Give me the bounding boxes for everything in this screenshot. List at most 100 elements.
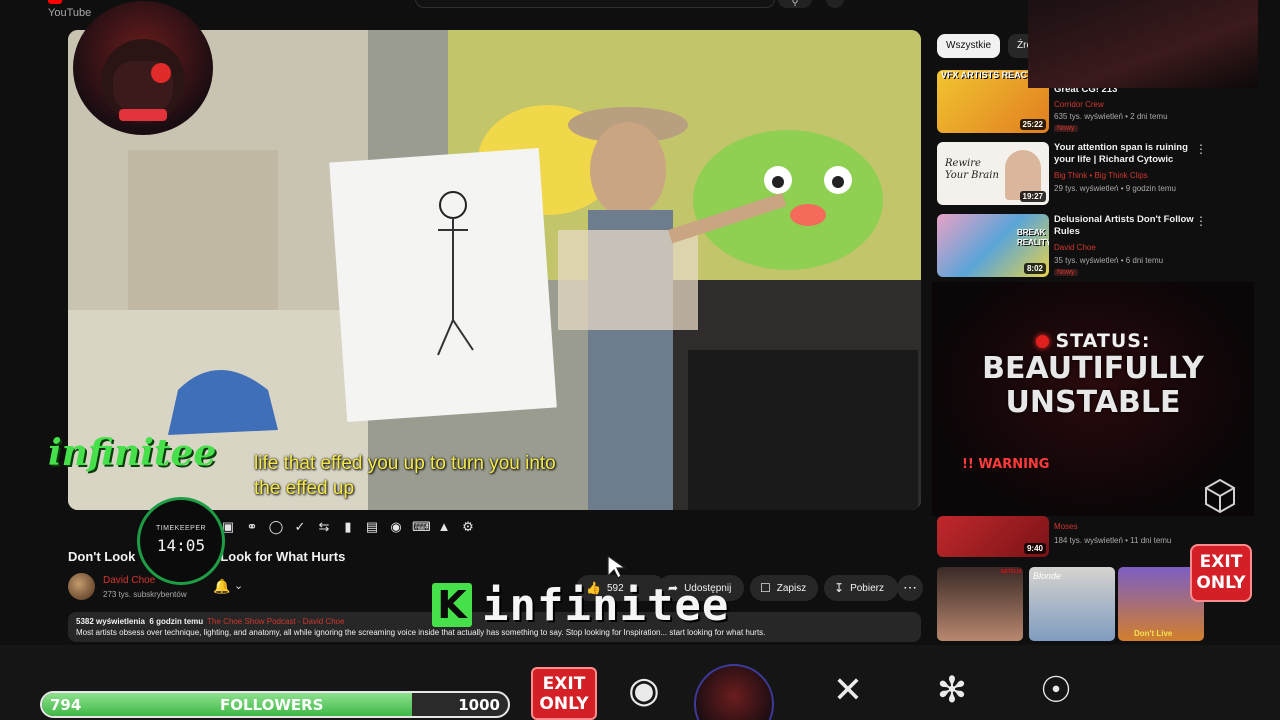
channel-name[interactable]: David Choe <box>103 575 155 586</box>
recommendation-title: Delusional Artists Don't Follow Rules <box>1054 214 1194 237</box>
exit-only-badge-small: EXIT ONLY <box>531 667 597 720</box>
video-title-left: Don't Look <box>68 549 136 564</box>
recommendation-item[interactable]: 9:40 Moses 184 tys. wyświetleń • 11 dni … <box>937 516 1217 558</box>
chevron-down-icon[interactable]: ⌄ <box>234 579 243 592</box>
speed-icon[interactable]: ⚭ <box>244 519 260 535</box>
timer-icon[interactable]: ◯ <box>268 519 284 535</box>
followers-goal: 1000 <box>458 696 500 714</box>
checklist-icon[interactable]: ✓ <box>292 519 308 535</box>
youtube-logo[interactable]: YouTube <box>48 0 108 19</box>
video-subtitle: life that effed you up to turn you into … <box>254 451 614 501</box>
webcam-person <box>101 39 185 123</box>
view-count: 5382 wyświetlenia <box>76 617 145 626</box>
chip-all[interactable]: Wszystkie <box>937 34 1000 58</box>
recommendation-thumbnail[interactable]: Rewire Your Brain 19:27 <box>937 142 1049 205</box>
settings-icon[interactable]: ⚙ <box>460 519 476 535</box>
loop-icon[interactable]: ⇆ <box>316 519 332 535</box>
mouse-cursor-icon <box>607 554 627 579</box>
timekeeper-widget: TIMEKEEPER 14:05 <box>137 497 225 585</box>
download-label: Pobierz <box>850 582 884 594</box>
download-icon: ↧ <box>834 581 845 595</box>
thumbnail-text: Rewire Your Brain <box>945 158 999 181</box>
bell-icon[interactable]: 🔔 <box>213 578 230 595</box>
video-title-right: Look for What Hurts <box>220 549 346 564</box>
youtube-logo-text: YouTube <box>48 7 92 19</box>
bookmark-icon: ☐ <box>760 581 771 595</box>
short-label: Don't Live <box>1134 629 1173 638</box>
followers-goal-bar: 794 FOLLOWERS 1000 <box>40 691 510 718</box>
recommendation-channel[interactable]: Corridor Crew <box>1054 100 1104 109</box>
player-controls: ▣ ⚭ ◯ ✓ ⇆ ▮ ▤ ◉ ⌨ ▲ ⚙ <box>220 517 476 537</box>
webcam-overlay <box>73 1 213 135</box>
status-word-1: BEAUTIFULLY <box>982 351 1204 386</box>
recommendation-thumbnail[interactable]: BREAK REALITY 8:02 <box>937 214 1049 277</box>
stream-screen: YouTube ⚲ life that effed you up to turn… <box>0 0 1280 720</box>
posted-time: 6 godzin temu <box>149 617 204 626</box>
only-word: ONLY <box>1196 573 1246 593</box>
keyboard-icon[interactable]: ⌨ <box>412 519 431 535</box>
kick-logo: K <box>432 583 472 627</box>
thumbnail-text: VFX ARTISTS REACT <box>941 70 1033 80</box>
more-actions-icon[interactable]: ⋯ <box>897 575 923 601</box>
screenshot-icon[interactable]: ◉ <box>388 519 404 535</box>
channel-avatar[interactable] <box>68 573 95 600</box>
status-overlay: STATUS: BEAUTIFULLY UNSTABLE !! WARNING <box>932 282 1254 516</box>
recommendation-stats: 35 tys. wyświetleń • 6 dni temu <box>1054 256 1164 265</box>
search-input[interactable] <box>415 0 775 8</box>
video-duration: 25:22 <box>1019 119 1046 130</box>
recommendation-item[interactable]: BREAK REALITY 8:02 Delusional Artists Do… <box>937 214 1217 278</box>
search-icon[interactable]: ⚲ <box>778 0 812 8</box>
video-duration: 8:02 <box>1023 263 1046 274</box>
recommendation-channel[interactable]: David Choe <box>1054 243 1096 252</box>
followers-count: 794 <box>50 696 82 714</box>
secondary-camera <box>1028 0 1258 88</box>
recommendation-channel[interactable]: Big Think • Big Think Clips <box>1054 171 1148 180</box>
netflix-label: NETFLIX <box>1001 569 1022 575</box>
cross-glyph-icon: ✕ <box>832 670 864 711</box>
video-duration: 19:27 <box>1019 191 1046 202</box>
new-badge: Nowy <box>1054 269 1078 276</box>
layout-icon[interactable]: ▤ <box>364 519 380 535</box>
recommendation-stats: 184 tys. wyświetleń • 11 dni temu <box>1054 536 1172 545</box>
short-label: Blonde <box>1033 571 1062 581</box>
timekeeper-time: 14:05 <box>156 536 206 555</box>
subtitle-line-2: the effed up <box>254 478 355 499</box>
save-label: Zapisz <box>776 582 807 594</box>
exit-only-badge: EXIT ONLY <box>1190 544 1252 602</box>
more-vert-icon[interactable]: ⋮ <box>1195 214 1207 228</box>
status-line-2: BEAUTIFULLY UNSTABLE <box>932 352 1254 420</box>
followers-label: FOLLOWERS <box>220 696 324 714</box>
thumbnail-text: BREAK REALITY <box>1017 228 1049 247</box>
new-badge: Nowy <box>1054 125 1078 132</box>
subtitle-line-1: life that effed you up to turn you into <box>254 453 556 474</box>
only-word: ONLY <box>539 694 589 714</box>
center-wordmark: infinitee <box>482 579 730 631</box>
globe-glyph-icon: ☉ <box>1039 670 1073 711</box>
channel-subscribers: 273 tys. subskrybentów <box>103 590 187 599</box>
exit-word: EXIT <box>1199 552 1243 572</box>
more-vert-icon[interactable]: ⋮ <box>1195 142 1207 156</box>
cube-icon <box>1205 478 1235 514</box>
playlist-tag[interactable]: The Choe Show Podcast - David Choe <box>207 617 344 626</box>
short-thumbnail[interactable]: Blonde <box>1029 567 1115 641</box>
recommendation-item[interactable]: Rewire Your Brain 19:27 Your attention s… <box>937 142 1217 206</box>
recommendation-stats: 29 tys. wyświetleń • 9 godzin temu <box>1054 184 1176 193</box>
youtube-logo-icon <box>48 0 62 4</box>
microphone-icon[interactable] <box>826 0 844 8</box>
flask-icon[interactable]: ▲ <box>436 519 452 535</box>
download-button[interactable]: ↧ Pobierz <box>824 575 898 601</box>
recommendation-channel[interactable]: Moses <box>1054 522 1078 531</box>
spiral-glyph-icon: ✻ <box>936 670 968 711</box>
save-button[interactable]: ☐ Zapisz <box>750 575 818 601</box>
status-line-1: STATUS: <box>1055 330 1151 352</box>
recommendation-thumbnail[interactable]: 9:40 <box>937 516 1049 557</box>
short-thumbnail[interactable]: NETFLIX <box>937 567 1023 641</box>
recommendation-stats: 635 tys. wyświetleń • 2 dni temu <box>1054 112 1168 121</box>
warning-label: !! WARNING <box>962 457 1050 472</box>
status-word-2: UNSTABLE <box>1005 385 1181 420</box>
exit-word: EXIT <box>542 674 586 694</box>
shorts-strip: NETFLIX Blonde Don't Live <box>937 567 1207 641</box>
eye-glyph-icon: ◉ <box>628 670 660 711</box>
split-icon[interactable]: ▮ <box>340 519 356 535</box>
timekeeper-label: TIMEKEEPER <box>155 525 207 532</box>
